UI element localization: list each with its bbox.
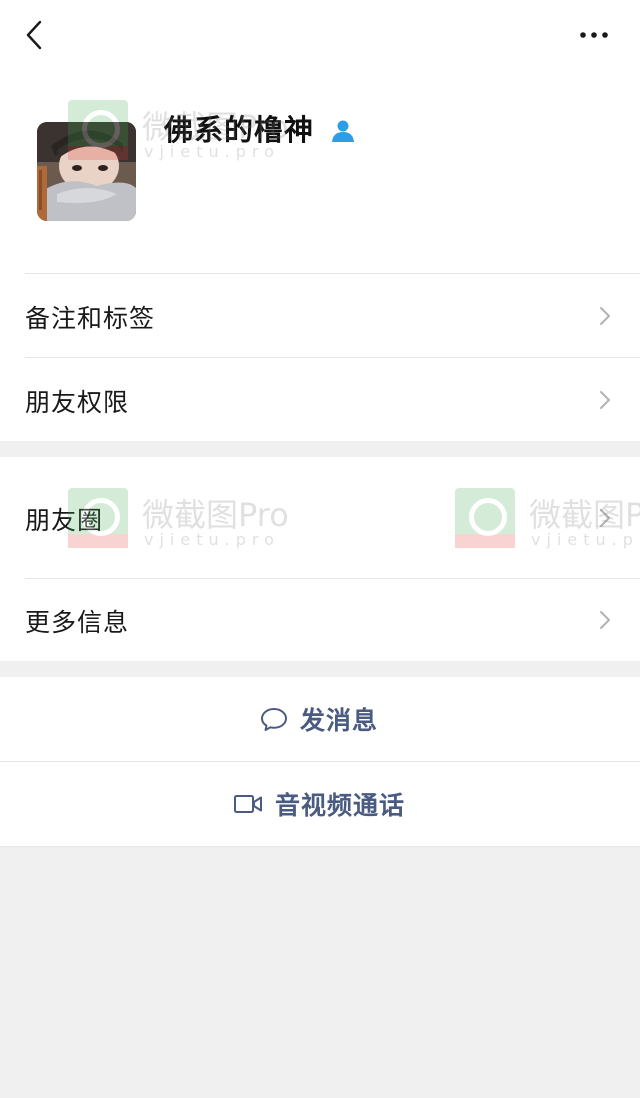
send-message-label: 发消息 — [300, 706, 379, 735]
more-button[interactable] — [574, 24, 614, 46]
chat-bubble-icon — [261, 708, 287, 731]
send-message-button[interactable]: 发消息 — [0, 677, 640, 761]
row-label: 朋友圈 — [25, 506, 104, 535]
remark-and-tags-row[interactable]: 备注和标签 — [0, 274, 640, 357]
video-call-button[interactable]: 音视频通话 — [0, 762, 640, 846]
chevron-right-icon — [600, 391, 610, 409]
video-camera-icon — [234, 795, 262, 813]
back-button[interactable] — [22, 18, 50, 52]
chevron-right-icon — [600, 509, 610, 527]
friend-permissions-row[interactable]: 朋友权限 — [0, 358, 640, 441]
avatar[interactable] — [37, 122, 136, 221]
more-info-row[interactable]: 更多信息 — [0, 579, 640, 661]
row-label: 更多信息 — [25, 608, 130, 637]
divider — [0, 846, 640, 847]
contact-name: 佛系的橹神 — [164, 113, 315, 147]
more-dots-icon — [580, 32, 608, 38]
chevron-left-icon — [26, 20, 42, 50]
user-icon — [332, 120, 354, 142]
avatar-image — [37, 122, 136, 221]
chevron-right-icon — [600, 307, 610, 325]
chevron-right-icon — [600, 611, 610, 629]
profile-card: 佛系的橹神 备注和标签 朋友权限 — [0, 0, 640, 441]
video-call-label: 音视频通话 — [275, 791, 406, 820]
info-card: 朋友圈 更多信息 — [0, 457, 640, 661]
row-label: 备注和标签 — [25, 304, 156, 333]
moments-row[interactable]: 朋友圈 — [0, 457, 640, 578]
row-label: 朋友权限 — [25, 388, 130, 417]
contact-profile-page: 佛系的橹神 备注和标签 朋友权限 朋友圈 更多信息 发消息 音视频通话 微截图P… — [0, 0, 640, 1098]
